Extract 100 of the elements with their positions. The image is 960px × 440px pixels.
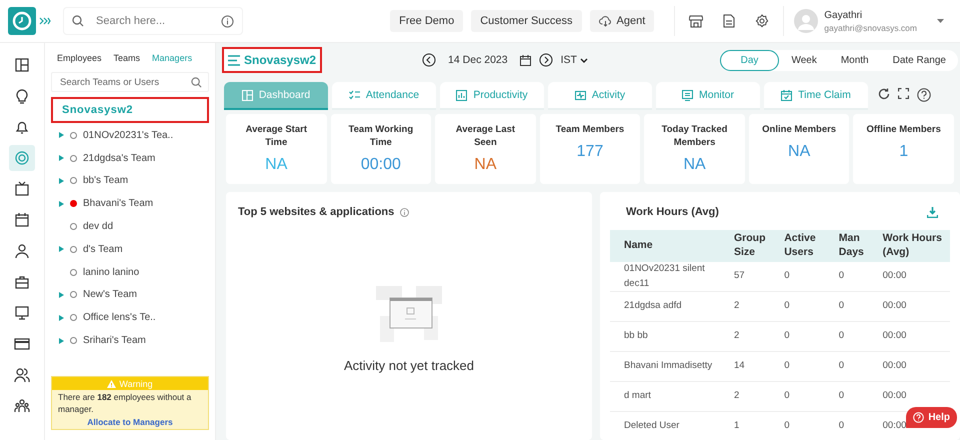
stat-label: Average Last Seen (454, 124, 516, 150)
table-cell: Deleted User (610, 412, 734, 440)
table-cell: 0 (784, 292, 839, 322)
warning-title: Warning (52, 377, 208, 390)
table-cell: 00:00 (882, 322, 950, 352)
table-cell: 0 (784, 262, 839, 292)
fullscreen-icon[interactable] (898, 88, 909, 99)
document-icon[interactable] (723, 14, 736, 28)
column-header: Work Hours (Avg) (882, 230, 950, 262)
card-title: Work Hours (Avg) (626, 206, 719, 218)
download-icon[interactable] (927, 206, 938, 218)
tree-item[interactable]: lanino lanino (83, 266, 140, 278)
logo-icon (8, 7, 36, 35)
search-field[interactable]: Search here... (63, 7, 243, 35)
column-header: Group Size (734, 230, 784, 262)
date-label: 14 Dec 2023 (448, 54, 508, 66)
checklist-icon (348, 90, 360, 100)
tree-item[interactable]: dev dd (83, 221, 114, 232)
tree-item[interactable]: New's Team (83, 289, 137, 300)
next-icon[interactable] (538, 53, 553, 67)
monitor-icon (682, 90, 693, 100)
search-field[interactable]: Search Teams or Users (51, 72, 209, 92)
caret-icon (580, 58, 588, 62)
period-tab[interactable]: Week (779, 50, 829, 70)
stat-value: NA (683, 156, 706, 174)
tree-item[interactable]: d's Team (83, 244, 123, 255)
tree-item[interactable]: Srihari's Team (83, 335, 146, 346)
stat-label: Offline Members (866, 124, 941, 137)
tree-item[interactable]: 01NOv20231's Tea.. (83, 130, 174, 141)
settings-icon[interactable] (755, 14, 770, 28)
table-cell: 00:00 (882, 262, 950, 292)
table-cell: 57 (734, 262, 784, 292)
top-button[interactable]: Customer Success (471, 10, 582, 32)
table-cell: 0 (838, 322, 883, 352)
top-button[interactable]: Free Demo (390, 10, 464, 32)
stat-value: NA (788, 142, 810, 161)
help-icon[interactable] (917, 88, 931, 102)
tree-item[interactable]: Bhavani's Team (83, 198, 154, 210)
expand-arrow-icon[interactable] (59, 155, 64, 162)
activity-icon (574, 90, 586, 100)
warning-text: There are 182 employees without a manager. (57, 391, 192, 416)
table-cell: 0 (784, 382, 839, 412)
user-email: gayathri@snovasys.com (824, 22, 917, 32)
table-cell: 0 (838, 412, 883, 440)
info-icon[interactable] (221, 14, 234, 28)
column-header: Active Users (784, 230, 839, 262)
stat-label: Team Working Time (348, 124, 414, 150)
info-icon[interactable] (400, 208, 410, 216)
menu-icon[interactable] (228, 54, 240, 66)
period-tab[interactable]: Month (828, 50, 881, 70)
table-cell: 0 (784, 412, 839, 440)
stat-value: 00:00 (360, 156, 401, 174)
previous-icon[interactable] (422, 53, 436, 67)
table-cell: 0 (838, 262, 883, 292)
expand-arrow-icon[interactable] (59, 246, 64, 252)
expand-arrow-icon[interactable] (59, 132, 64, 138)
table-cell: 0 (784, 322, 839, 352)
cloud-download-icon (598, 16, 612, 26)
warning-icon (107, 380, 116, 388)
help-button[interactable]: Help (906, 407, 957, 428)
target-icon[interactable] (9, 145, 35, 171)
chart-icon (456, 90, 468, 100)
top-button[interactable]: Agent (590, 10, 654, 32)
table-cell: 0 (838, 292, 883, 322)
table-cell: 0 (838, 352, 883, 382)
table-cell: 00:00 (882, 352, 950, 382)
store-icon[interactable] (689, 14, 704, 28)
expand-arrow-icon[interactable] (59, 338, 64, 344)
stat-value: NA (474, 156, 497, 174)
grid-icon (242, 90, 253, 100)
caret-icon[interactable] (937, 19, 944, 23)
help-icon (913, 412, 924, 423)
table-cell: 1 (734, 412, 784, 440)
table-cell: bb bb (610, 322, 734, 352)
stat-label: Today Tracked Members (660, 124, 728, 150)
table-cell: 0 (784, 352, 839, 382)
table-cell: Bhavani Immadisetty (610, 352, 734, 382)
panel-tab[interactable]: Employees (57, 53, 102, 63)
expand-arrow-icon[interactable] (59, 178, 64, 184)
table-cell: 2 (734, 322, 784, 352)
tree-item[interactable]: 21dgdsa's Team (83, 152, 156, 164)
empty-message: Activity not yet tracked (344, 358, 474, 373)
stat-value: 177 (576, 142, 604, 161)
timezone-select[interactable]: IST (560, 54, 588, 66)
calendar-icon[interactable] (520, 54, 531, 66)
expand-arrow-icon[interactable] (59, 292, 64, 298)
period-tab[interactable]: Date Range (880, 50, 958, 70)
allocate-link[interactable]: Allocate to Managers (87, 416, 173, 429)
expand-arrow-icon[interactable] (59, 200, 64, 207)
expand-icon[interactable] (39, 17, 51, 25)
tree-item[interactable]: Office lens's Te.. (83, 312, 156, 324)
stat-label: Online Members (762, 124, 836, 137)
table-cell: 01NOv20231 silent dec11 (610, 262, 734, 292)
expand-arrow-icon[interactable] (59, 314, 64, 321)
column-header: Name (610, 230, 734, 262)
panel-tab[interactable]: Teams (114, 53, 140, 63)
user-name: Gayathri (824, 10, 864, 20)
refresh-icon[interactable] (878, 88, 890, 100)
tree-item[interactable]: bb's Team (83, 175, 128, 186)
table-cell: 00:00 (882, 292, 950, 322)
